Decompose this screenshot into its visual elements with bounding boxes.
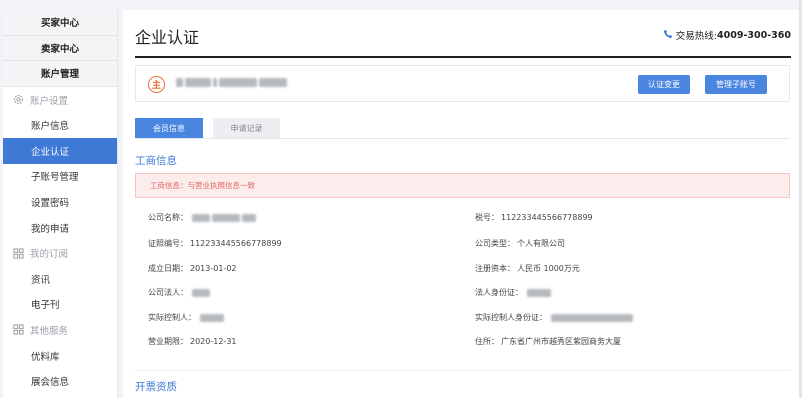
sidebar-item-news[interactable]: 资讯	[3, 266, 117, 292]
tabs: 会员信息 申请记录	[135, 118, 290, 138]
field-legal-person-id: 法人身份证：	[475, 287, 551, 298]
primary-badge-icon: 主	[148, 76, 165, 93]
sidebar-head-account[interactable]: 账户管理	[3, 61, 117, 87]
field-value: 广东省广州市越秀区紫园商务大厦	[501, 337, 621, 346]
field-value: 112233445566778899	[190, 239, 282, 248]
page-title: 企业认证	[135, 28, 200, 47]
field-company-type: 公司类型： 个人有限公司	[475, 238, 565, 249]
field-value: 人民币 1000万元	[517, 264, 580, 273]
field-license-no: 证照编号： 112233445566778899	[148, 238, 282, 249]
hotline-number: 4009-300-360	[717, 29, 791, 41]
field-label: 公司名称：	[148, 213, 188, 222]
sidebar-head-buyer[interactable]: 买家中心	[3, 10, 117, 36]
field-value: 112233445566778899	[501, 213, 593, 222]
sidebar-item-password[interactable]: 设置密码	[3, 189, 117, 215]
field-business-term: 营业期限： 2020-12-31	[148, 336, 237, 347]
field-label: 实际控制人：	[148, 313, 196, 322]
sidebar-item-exhibitions[interactable]: 展会信息	[3, 368, 117, 394]
field-label: 实际控制人身份证：	[475, 313, 547, 322]
tab-application-records[interactable]: 申请记录	[213, 118, 280, 138]
manage-subaccount-button[interactable]: 管理子账号	[705, 75, 767, 94]
field-value: 个人有限公司	[517, 239, 565, 248]
grid-icon	[12, 324, 24, 336]
hotline-label: 交易热线:	[675, 31, 717, 42]
sidebar-item-applications[interactable]: 我的申请	[3, 215, 117, 241]
section-divider	[135, 370, 790, 371]
field-controller: 实际控制人：	[148, 312, 224, 323]
redacted-value	[527, 288, 551, 297]
company-name-redacted	[176, 78, 287, 87]
tab-member-info[interactable]: 会员信息	[135, 118, 203, 138]
redacted-value	[242, 213, 256, 222]
invoice-qualification-title: 开票资质	[135, 381, 177, 393]
sidebar-group-other-services[interactable]: 其他服务	[3, 317, 117, 343]
redacted-value	[212, 213, 240, 222]
redacted-value	[200, 313, 224, 322]
field-label: 税号：	[475, 213, 499, 222]
field-value: 2020-12-31	[190, 337, 237, 346]
auth-change-button[interactable]: 认证变更	[638, 75, 690, 94]
field-label: 住所：	[475, 337, 499, 346]
sidebar-item-ejournal[interactable]: 电子刊	[3, 292, 117, 318]
sidebar-head-seller[interactable]: 卖家中心	[3, 35, 117, 62]
field-label: 营业期限：	[148, 337, 188, 346]
sidebar-group-account-settings[interactable]: 账户设置	[3, 87, 117, 113]
grid-icon	[12, 247, 24, 259]
field-label: 公司类型：	[475, 239, 515, 248]
title-row: 企业认证 交易热线: 4009-300-360	[135, 22, 791, 58]
company-card: 主 认证变更 管理子账号	[135, 65, 790, 102]
field-label: 注册资本：	[475, 264, 515, 273]
sidebar-item-materials[interactable]: 优料库	[3, 343, 117, 369]
field-founded: 成立日期： 2013-01-02	[148, 263, 237, 274]
sidebar-group-label: 我的订阅	[30, 249, 69, 261]
sidebar-item-subaccount[interactable]: 子账号管理	[3, 164, 117, 190]
field-company-name: 公司名称：	[148, 212, 256, 223]
redacted-value	[551, 313, 633, 322]
page: 买家中心 卖家中心 账户管理 账户设置 账户信息 企业认证 子账号管理 设置密码…	[0, 0, 802, 398]
field-label: 公司法人：	[148, 288, 188, 297]
sidebar-group-subscriptions[interactable]: 我的订阅	[3, 240, 117, 266]
field-registered-capital: 注册资本： 人民币 1000万元	[475, 263, 580, 274]
sidebar-group-label: 其他服务	[30, 325, 69, 337]
field-legal-person: 公司法人：	[148, 287, 210, 298]
sidebar-group-label: 账户设置	[30, 95, 69, 107]
field-label: 证照编号：	[148, 239, 188, 248]
sidebar-item-enterprise-auth[interactable]: 企业认证	[3, 137, 117, 164]
gear-icon	[12, 94, 24, 106]
sidebar-item-account-info[interactable]: 账户信息	[3, 112, 117, 138]
hotline: 交易热线: 4009-300-360	[663, 28, 791, 42]
business-info-title: 工商信息	[135, 155, 177, 167]
main-panel: 企业认证 交易热线: 4009-300-360 主 认证变更 管理子账号 会员信…	[123, 10, 802, 398]
sidebar: 买家中心 卖家中心 账户管理 账户设置 账户信息 企业认证 子账号管理 设置密码…	[3, 10, 118, 398]
field-label: 成立日期：	[148, 264, 188, 273]
field-label: 法人身份证：	[475, 288, 523, 297]
phone-icon	[663, 29, 673, 42]
redacted-value	[192, 288, 210, 297]
field-tax-no: 税号： 112233445566778899	[475, 212, 593, 223]
redacted-value	[192, 213, 210, 222]
business-info-alert: 工商信息：与营业执照信息一致	[135, 173, 790, 198]
field-controller-id: 实际控制人身份证：	[475, 312, 633, 323]
field-value: 2013-01-02	[190, 264, 237, 273]
tab-divider	[135, 138, 790, 139]
field-address: 住所： 广东省广州市越秀区紫园商务大厦	[475, 336, 621, 347]
